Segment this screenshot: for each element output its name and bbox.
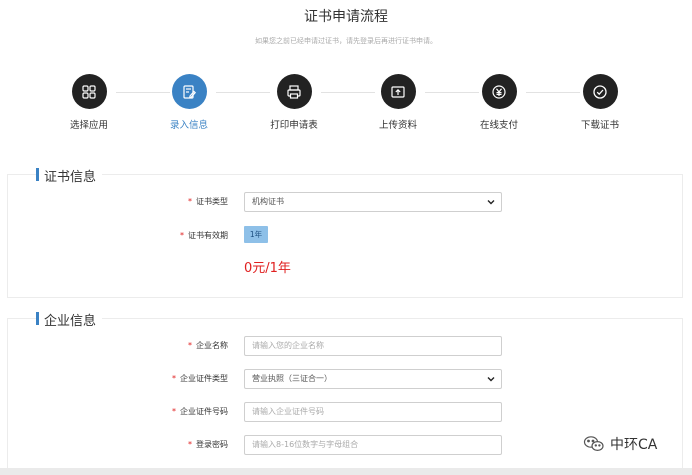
step-circle bbox=[380, 74, 416, 109]
progress-steps: 选择应用 录入信息 打印申请表 上传资料 在线支付 下载证书 bbox=[0, 74, 692, 134]
company-id-type-row: * 企业证件类型 营业执照（三证合一） bbox=[8, 369, 684, 389]
step-label: 上传资料 bbox=[378, 120, 417, 131]
printer-icon bbox=[287, 84, 301, 99]
upload-icon bbox=[391, 85, 405, 98]
bottom-strip bbox=[0, 468, 692, 475]
required-mark: * bbox=[188, 341, 192, 350]
step-enter-info[interactable]: 录入信息 bbox=[149, 74, 229, 131]
step-circle bbox=[276, 74, 312, 109]
page-title: 证书申请流程 bbox=[304, 9, 388, 25]
step-label: 下载证书 bbox=[580, 120, 619, 131]
wechat-icon bbox=[583, 436, 604, 452]
step-circle bbox=[171, 74, 207, 109]
step-download-cert[interactable]: 下载证书 bbox=[560, 74, 640, 131]
step-circle bbox=[582, 74, 618, 109]
watermark: 中环CA bbox=[583, 434, 657, 454]
edit-icon bbox=[183, 84, 197, 99]
yen-icon bbox=[492, 84, 506, 99]
cert-type-value: 机构证书 bbox=[252, 197, 284, 206]
watermark-text: 中环CA bbox=[610, 437, 658, 453]
cert-type-label: * 证书类型 bbox=[188, 197, 228, 206]
company-id-type-label: * 企业证件类型 bbox=[172, 374, 228, 383]
company-id-number-input[interactable]: 请输入企业证件号码 bbox=[244, 402, 502, 422]
step-print-form[interactable]: 打印申请表 bbox=[254, 74, 334, 131]
company-id-number-label: * 企业证件号码 bbox=[172, 407, 228, 416]
company-info-section: 企业信息 * 企业名称 请输入您的企业名称 * 企业证件类型 营业执照（三证合一） … bbox=[7, 310, 684, 475]
validity-label: * 证书有效期 bbox=[180, 231, 228, 240]
company-id-type-select[interactable]: 营业执照（三证合一） bbox=[244, 369, 502, 389]
step-circle bbox=[71, 74, 107, 109]
required-mark: * bbox=[172, 374, 176, 383]
required-mark: * bbox=[180, 231, 184, 240]
step-circle bbox=[481, 74, 517, 109]
company-name-label: * 企业名称 bbox=[188, 341, 228, 350]
chevron-down-icon bbox=[487, 200, 495, 205]
chevron-down-icon bbox=[487, 377, 495, 382]
required-mark: * bbox=[172, 407, 176, 416]
step-label: 录入信息 bbox=[169, 120, 208, 131]
validity-option-1-year[interactable]: 1年 bbox=[244, 226, 268, 243]
grid-icon bbox=[82, 84, 96, 99]
password-input[interactable]: 请输入8-16位数字与字母组合 bbox=[244, 435, 502, 455]
required-mark: * bbox=[188, 197, 192, 206]
section-title: 证书信息 bbox=[36, 166, 103, 185]
check-circle-icon bbox=[593, 84, 607, 99]
step-label: 选择应用 bbox=[69, 120, 108, 131]
cert-type-select[interactable]: 机构证书 bbox=[244, 192, 502, 212]
section-title: 企业信息 bbox=[36, 310, 103, 329]
password-label: * 登录密码 bbox=[188, 440, 228, 449]
company-name-row: * 企业名称 请输入您的企业名称 bbox=[8, 336, 684, 356]
company-id-number-row: * 企业证件号码 请输入企业证件号码 bbox=[8, 402, 684, 422]
step-select-app[interactable]: 选择应用 bbox=[49, 74, 129, 131]
step-online-pay[interactable]: 在线支付 bbox=[459, 74, 539, 131]
validity-row: * 证书有效期 1年 bbox=[8, 226, 684, 246]
price-display: 0元/1年 bbox=[244, 261, 291, 276]
step-upload-docs[interactable]: 上传资料 bbox=[358, 74, 438, 131]
page-subtitle: 如果您之前已经申请过证书，请先登录后再进行证书申请。 bbox=[255, 37, 437, 45]
cert-info-section: 证书信息 * 证书类型 机构证书 * 证书有效期 1年 0元/1年 bbox=[7, 166, 684, 298]
company-id-type-value: 营业执照（三证合一） bbox=[252, 374, 332, 383]
company-name-input[interactable]: 请输入您的企业名称 bbox=[244, 336, 502, 356]
cert-type-row: * 证书类型 机构证书 bbox=[8, 192, 684, 212]
required-mark: * bbox=[188, 440, 192, 449]
step-label: 在线支付 bbox=[479, 120, 518, 131]
step-label: 打印申请表 bbox=[270, 120, 318, 131]
